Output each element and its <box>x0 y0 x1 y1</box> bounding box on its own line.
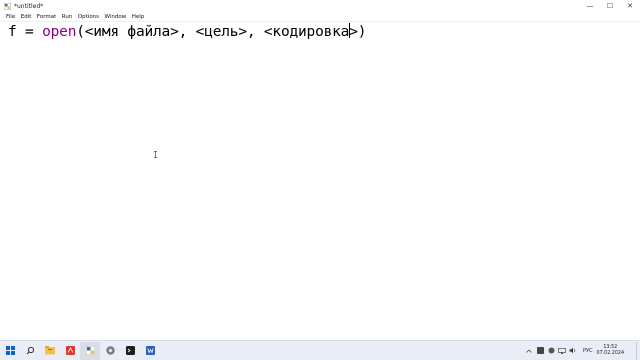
windows-start-icon[interactable] <box>0 342 20 360</box>
browser-icon[interactable] <box>100 342 120 360</box>
explorer-icon[interactable] <box>40 342 60 360</box>
network-icon[interactable] <box>557 342 568 360</box>
code-editor[interactable]: f = open(<имя файла>, <цель>, <кодировка… <box>0 21 640 342</box>
menu-window[interactable]: Window <box>105 14 127 20</box>
menu-format[interactable]: Format <box>37 14 56 20</box>
code-text-prefix: f = <box>8 24 43 40</box>
code-line[interactable]: f = open(<имя файла>, <цель>, <кодировка… <box>8 23 366 40</box>
code-keyword-open: open <box>42 24 77 40</box>
tray-app-icon[interactable] <box>535 342 546 360</box>
volume-icon[interactable] <box>568 342 579 360</box>
show-desktop-button[interactable] <box>636 341 640 360</box>
chevron-up-icon[interactable] <box>524 342 535 360</box>
system-tray: РУС 13:52 07.02.2024 <box>524 341 640 360</box>
pdf-app-icon[interactable] <box>60 342 80 360</box>
menu-bar: File Edit Format Run Options Window Help <box>0 12 640 21</box>
menu-help[interactable]: Help <box>132 14 145 20</box>
maximize-button[interactable]: ☐ <box>600 0 620 12</box>
window-title: *untitled* <box>14 2 44 10</box>
menu-options[interactable]: Options <box>78 14 99 20</box>
code-text-suffix: >) <box>349 24 367 40</box>
language-indicator[interactable]: РУС <box>583 348 593 354</box>
code-text-args: (<имя файла>, <цель>, <кодировка <box>76 24 350 40</box>
terminal-icon[interactable] <box>120 342 140 360</box>
menu-file[interactable]: File <box>6 14 15 20</box>
i-beam-cursor-icon <box>154 143 157 158</box>
clock-date: 07.02.2024 <box>596 350 624 356</box>
tray-app2-icon[interactable] <box>546 342 557 360</box>
close-button[interactable]: ✕ <box>620 0 640 12</box>
search-icon[interactable] <box>20 342 40 360</box>
idle-app-icon <box>3 2 11 10</box>
idle-python-icon[interactable] <box>80 341 100 360</box>
minimize-button[interactable]: — <box>580 0 600 12</box>
menu-edit[interactable]: Edit <box>21 14 32 20</box>
taskbar: РУС 13:52 07.02.2024 <box>0 340 640 360</box>
clock[interactable]: 13:52 07.02.2024 <box>597 345 624 357</box>
word-icon[interactable] <box>140 342 160 360</box>
title-bar: *untitled* — ☐ ✕ <box>0 0 640 12</box>
menu-run[interactable]: Run <box>62 14 73 20</box>
